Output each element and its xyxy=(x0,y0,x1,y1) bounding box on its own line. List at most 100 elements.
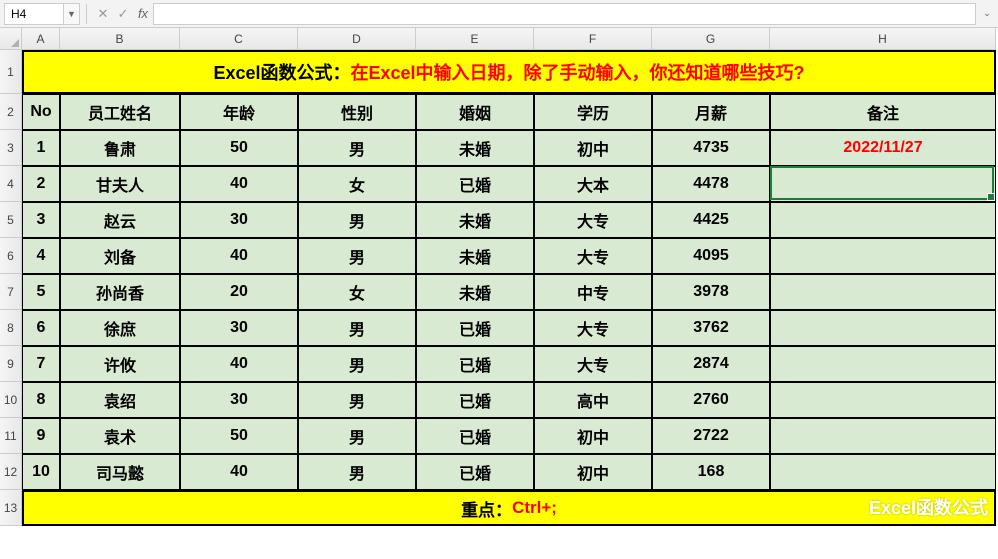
cell-edu[interactable]: 大专 xyxy=(534,346,652,382)
name-box[interactable]: H4 xyxy=(4,3,64,25)
cell-remark[interactable]: 2022/11/27 xyxy=(770,130,996,166)
cell-age[interactable]: 40 xyxy=(180,238,298,274)
formula-input[interactable] xyxy=(153,3,976,25)
cell-edu[interactable]: 初中 xyxy=(534,130,652,166)
cell-edu[interactable]: 大专 xyxy=(534,238,652,274)
col-header-D[interactable]: D xyxy=(298,28,416,50)
cell-gender[interactable]: 男 xyxy=(298,418,416,454)
cell-marital[interactable]: 已婚 xyxy=(416,454,534,490)
cell-age[interactable]: 50 xyxy=(180,418,298,454)
col-header-E[interactable]: E xyxy=(416,28,534,50)
cancel-icon[interactable]: ✕ xyxy=(93,3,113,25)
header-name[interactable]: 员工姓名 xyxy=(60,94,180,130)
cell-remark[interactable] xyxy=(770,202,996,238)
cell-name[interactable]: 徐庶 xyxy=(60,310,180,346)
cell-name[interactable]: 刘备 xyxy=(60,238,180,274)
cell-gender[interactable]: 男 xyxy=(298,454,416,490)
cell-name[interactable]: 甘夫人 xyxy=(60,166,180,202)
confirm-icon[interactable]: ✓ xyxy=(113,3,133,25)
cell-marital[interactable]: 已婚 xyxy=(416,418,534,454)
cell-edu[interactable]: 大专 xyxy=(534,202,652,238)
cell-age[interactable]: 40 xyxy=(180,346,298,382)
footer-cell[interactable]: 重点： Ctrl+; Excel函数公式 xyxy=(22,490,996,526)
cell-gender[interactable]: 男 xyxy=(298,310,416,346)
cell-edu[interactable]: 大本 xyxy=(534,166,652,202)
cell-name[interactable]: 鲁肃 xyxy=(60,130,180,166)
cell-gender[interactable]: 女 xyxy=(298,274,416,310)
cell-no[interactable]: 5 xyxy=(22,274,60,310)
header-no[interactable]: No xyxy=(22,94,60,130)
cell-marital[interactable]: 已婚 xyxy=(416,166,534,202)
cell-no[interactable]: 2 xyxy=(22,166,60,202)
cell-gender[interactable]: 男 xyxy=(298,238,416,274)
cell-name[interactable]: 袁绍 xyxy=(60,382,180,418)
cell-remark[interactable] xyxy=(770,418,996,454)
col-header-A[interactable]: A xyxy=(22,28,60,50)
cell-no[interactable]: 9 xyxy=(22,418,60,454)
cell-no[interactable]: 8 xyxy=(22,382,60,418)
row-header-12[interactable]: 12 xyxy=(0,454,22,490)
cell-name[interactable]: 袁术 xyxy=(60,418,180,454)
header-age[interactable]: 年龄 xyxy=(180,94,298,130)
cell-salary[interactable]: 2874 xyxy=(652,346,770,382)
cell-age[interactable]: 30 xyxy=(180,382,298,418)
row-header-1[interactable]: 1 xyxy=(0,50,22,94)
cell-name[interactable]: 赵云 xyxy=(60,202,180,238)
col-header-C[interactable]: C xyxy=(180,28,298,50)
formula-expand-icon[interactable]: ⌄ xyxy=(980,3,994,25)
cell-gender[interactable]: 男 xyxy=(298,130,416,166)
row-header-4[interactable]: 4 xyxy=(0,166,22,202)
cell-marital[interactable]: 未婚 xyxy=(416,130,534,166)
title-cell[interactable]: Excel函数公式： 在Excel中输入日期，除了手动输入，你还知道哪些技巧? xyxy=(22,50,996,94)
header-edu[interactable]: 学历 xyxy=(534,94,652,130)
cell-no[interactable]: 1 xyxy=(22,130,60,166)
name-box-dropdown[interactable]: ▼ xyxy=(64,3,80,25)
cell-age[interactable]: 40 xyxy=(180,454,298,490)
cell-remark[interactable] xyxy=(770,166,996,202)
cell-marital[interactable]: 未婚 xyxy=(416,238,534,274)
cell-remark[interactable] xyxy=(770,310,996,346)
row-header-9[interactable]: 9 xyxy=(0,346,22,382)
cell-marital[interactable]: 已婚 xyxy=(416,346,534,382)
cell-no[interactable]: 4 xyxy=(22,238,60,274)
cell-salary[interactable]: 4425 xyxy=(652,202,770,238)
col-header-G[interactable]: G xyxy=(652,28,770,50)
cell-age[interactable]: 30 xyxy=(180,310,298,346)
cell-edu[interactable]: 初中 xyxy=(534,454,652,490)
cell-salary[interactable]: 2722 xyxy=(652,418,770,454)
cell-no[interactable]: 3 xyxy=(22,202,60,238)
col-header-F[interactable]: F xyxy=(534,28,652,50)
cell-edu[interactable]: 大专 xyxy=(534,310,652,346)
row-header-13[interactable]: 13 xyxy=(0,490,22,526)
cell-salary[interactable]: 4095 xyxy=(652,238,770,274)
cell-age[interactable]: 30 xyxy=(180,202,298,238)
cell-remark[interactable] xyxy=(770,346,996,382)
col-header-H[interactable]: H xyxy=(770,28,996,50)
cell-no[interactable]: 10 xyxy=(22,454,60,490)
row-header-10[interactable]: 10 xyxy=(0,382,22,418)
cell-remark[interactable] xyxy=(770,274,996,310)
cell-edu[interactable]: 中专 xyxy=(534,274,652,310)
cell-gender[interactable]: 女 xyxy=(298,166,416,202)
cell-marital[interactable]: 已婚 xyxy=(416,310,534,346)
row-header-7[interactable]: 7 xyxy=(0,274,22,310)
cell-age[interactable]: 50 xyxy=(180,130,298,166)
row-header-6[interactable]: 6 xyxy=(0,238,22,274)
cell-salary[interactable]: 4478 xyxy=(652,166,770,202)
cell-remark[interactable] xyxy=(770,454,996,490)
cell-marital[interactable]: 未婚 xyxy=(416,274,534,310)
row-header-11[interactable]: 11 xyxy=(0,418,22,454)
fx-icon[interactable]: fx xyxy=(133,3,153,25)
cell-salary[interactable]: 168 xyxy=(652,454,770,490)
cell-no[interactable]: 6 xyxy=(22,310,60,346)
cell-gender[interactable]: 男 xyxy=(298,382,416,418)
row-header-5[interactable]: 5 xyxy=(0,202,22,238)
cell-marital[interactable]: 未婚 xyxy=(416,202,534,238)
cell-name[interactable]: 孙尚香 xyxy=(60,274,180,310)
row-header-2[interactable]: 2 xyxy=(0,94,22,130)
cell-no[interactable]: 7 xyxy=(22,346,60,382)
cell-salary[interactable]: 4735 xyxy=(652,130,770,166)
cell-age[interactable]: 20 xyxy=(180,274,298,310)
header-gender[interactable]: 性别 xyxy=(298,94,416,130)
cell-gender[interactable]: 男 xyxy=(298,346,416,382)
